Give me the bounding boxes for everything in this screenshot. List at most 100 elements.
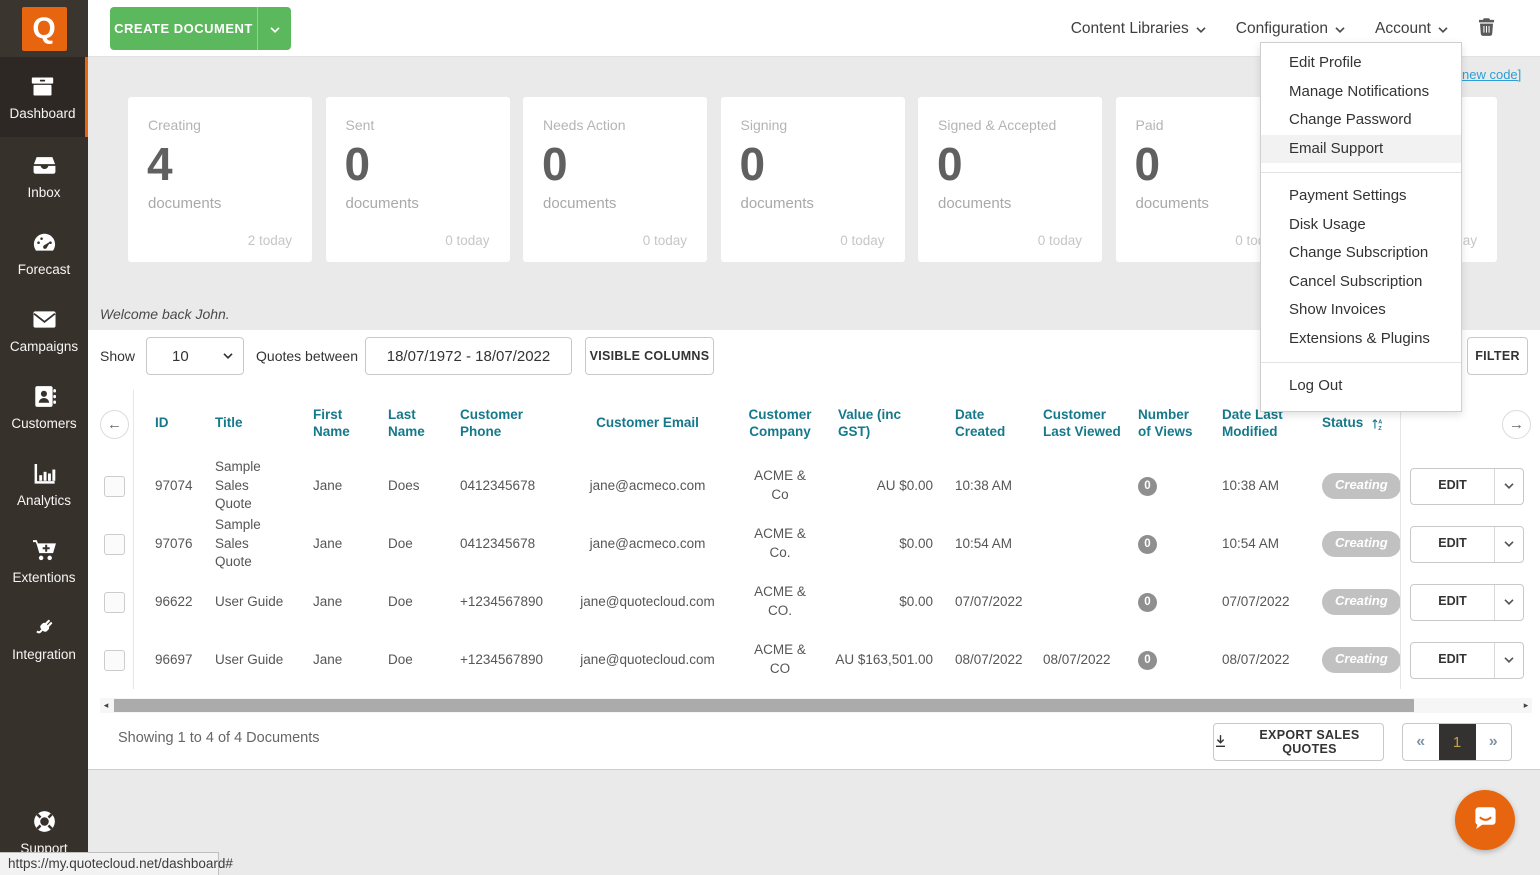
cell-date_modified: 08/07/2022 (1205, 631, 1310, 689)
edit-dropdown-toggle[interactable] (1494, 642, 1523, 678)
cell-text: jane@quotecloud.com (580, 651, 715, 667)
menu-item-cancel-subscription[interactable]: Cancel Subscription (1261, 268, 1461, 297)
scrollbar-right-arrow[interactable]: ▸ (1520, 698, 1532, 713)
scroll-columns-left-button[interactable]: ← (100, 410, 129, 439)
stat-card-signing: Signing 0 documents 0 today (720, 97, 905, 262)
cell-last_viewed (1030, 457, 1125, 515)
sidebar-item-inbox[interactable]: Inbox (0, 137, 88, 214)
create-document-button[interactable]: CREATE DOCUMENT (110, 7, 257, 50)
column-header-value-inc-gst[interactable]: Value (inc GST) (820, 390, 940, 457)
status-badge: Creating (1322, 473, 1401, 499)
sidebar-item-forecast[interactable]: Forecast (0, 214, 88, 291)
edit-button[interactable]: EDIT (1411, 585, 1494, 620)
menu-item-extensions-plugins[interactable]: Extensions & Plugins (1261, 325, 1461, 354)
menu-item-manage-notifications[interactable]: Manage Notifications (1261, 78, 1461, 107)
column-header-customer-company[interactable]: Customer Company (740, 390, 820, 457)
filter-button[interactable]: FILTER (1467, 337, 1528, 375)
menu-item-edit-profile[interactable]: Edit Profile (1261, 49, 1461, 78)
export-sales-quotes-button[interactable]: EXPORT SALES QUOTES (1213, 723, 1384, 761)
sidebar-item-extentions[interactable]: Extentions (0, 522, 88, 599)
chat-support-button[interactable] (1455, 790, 1515, 850)
sidebar-item-customers[interactable]: Customers (0, 368, 88, 445)
cell-text: 07/07/2022 (1222, 593, 1290, 609)
sidebar-item-label: Integration (12, 646, 76, 662)
date-range-input[interactable] (365, 337, 572, 375)
trash-icon (1478, 17, 1495, 41)
quotes-between-label: Quotes between (256, 348, 358, 364)
column-header-customer-phone[interactable]: Customer Phone (450, 390, 555, 457)
sort-az-icon[interactable]: AZ (1371, 417, 1385, 431)
row-checkbox[interactable] (104, 475, 125, 497)
cell-status: Creating (1310, 515, 1401, 573)
menu-item-change-password[interactable]: Change Password (1261, 106, 1461, 135)
menu-item-disk-usage[interactable]: Disk Usage (1261, 211, 1461, 240)
edit-dropdown-toggle[interactable] (1494, 526, 1523, 562)
sidebar: Q Dashboard Inbox Forecast Campaigns Custome… (0, 0, 88, 875)
edit-dropdown-toggle[interactable] (1494, 584, 1523, 620)
sidebar-item-label: Inbox (27, 184, 61, 200)
cell-text: +1234567890 (460, 593, 543, 609)
cell-id: 97074 (133, 457, 205, 515)
column-header-customer-email[interactable]: Customer Email (555, 390, 740, 457)
cell-id: 96622 (133, 573, 205, 631)
column-header-number-of-views[interactable]: Number of Views (1125, 390, 1205, 457)
edit-split-button: EDIT (1410, 583, 1524, 621)
trash-button[interactable] (1478, 17, 1495, 41)
chevron-down-icon (1335, 26, 1345, 33)
table-controls: Show 10 Quotes between VISIBLE COLUMNS (100, 337, 714, 375)
column-header-first-name[interactable]: First Name (300, 390, 375, 457)
row-checkbox[interactable] (104, 591, 125, 613)
nav-label: Content Libraries (1070, 19, 1189, 37)
cell-text: Jane (313, 651, 343, 667)
sidebar-item-analytics[interactable]: Analytics (0, 445, 88, 522)
actions-cell: EDIT (1400, 457, 1540, 515)
stat-card-unit: documents (148, 195, 222, 212)
cell-text: 96622 (155, 593, 193, 609)
pagination-current-page[interactable]: 1 (1438, 724, 1476, 760)
cell-company: ACME & Co (740, 457, 820, 515)
row-checkbox[interactable] (104, 533, 125, 555)
sidebar-item-integration[interactable]: Integration (0, 599, 88, 676)
welcome-message: Welcome back John. (100, 306, 230, 322)
column-header-id[interactable]: ID (133, 390, 205, 457)
pagination-next-button[interactable]: » (1476, 724, 1512, 760)
edit-button[interactable]: EDIT (1411, 469, 1494, 504)
sidebar-item-dashboard[interactable]: Dashboard (0, 57, 88, 137)
menu-item-payment-settings[interactable]: Payment Settings (1261, 182, 1461, 211)
nav-content-libraries[interactable]: Content Libraries (1071, 20, 1206, 38)
visible-columns-button[interactable]: VISIBLE COLUMNS (585, 337, 714, 375)
scroll-columns-right-button[interactable]: → (1502, 410, 1531, 439)
cell-first_name: Jane (300, 515, 375, 573)
column-header-customer-last-viewed[interactable]: Customer Last Viewed (1030, 390, 1125, 457)
cell-text: Doe (388, 651, 413, 667)
sidebar-item-campaigns[interactable]: Campaigns (0, 291, 88, 368)
cell-text: Sample Sales Quote (215, 458, 261, 512)
cell-text: ACME & Co (754, 468, 806, 502)
scrollbar-left-arrow[interactable]: ◂ (100, 698, 112, 713)
row-checkbox[interactable] (104, 649, 125, 671)
nav-account[interactable]: Account (1375, 20, 1448, 38)
column-header-last-name[interactable]: Last Name (375, 390, 450, 457)
create-document-dropdown-toggle[interactable] (257, 7, 291, 50)
menu-item-email-support[interactable]: Email Support (1261, 134, 1461, 163)
pagination-prev-button[interactable]: « (1403, 724, 1439, 760)
scrollbar-thumb[interactable] (114, 699, 1414, 712)
column-header-date-created[interactable]: Date Created (940, 390, 1030, 457)
menu-item-log-out[interactable]: Log Out (1261, 372, 1461, 401)
column-header-title[interactable]: Title (205, 390, 300, 457)
cell-last_name: Doe (375, 573, 450, 631)
show-count-select[interactable]: 10 (146, 337, 245, 375)
edit-button[interactable]: EDIT (1411, 643, 1494, 678)
menu-item-change-subscription[interactable]: Change Subscription (1261, 239, 1461, 268)
edit-dropdown-toggle[interactable] (1494, 468, 1523, 504)
menu-item-show-invoices[interactable]: Show Invoices (1261, 296, 1461, 325)
column-header-label: Customer Phone (460, 406, 524, 439)
cell-email: jane@acmeco.com (555, 515, 740, 573)
chevron-down-icon (223, 353, 233, 359)
nav-configuration[interactable]: Configuration (1236, 20, 1345, 38)
cell-id: 97076 (133, 515, 205, 573)
stat-card-title: Signed & Accepted (938, 117, 1057, 133)
new-code-link[interactable]: new code] (1462, 67, 1521, 82)
edit-button[interactable]: EDIT (1411, 527, 1494, 562)
status-badge: Creating (1322, 531, 1401, 557)
